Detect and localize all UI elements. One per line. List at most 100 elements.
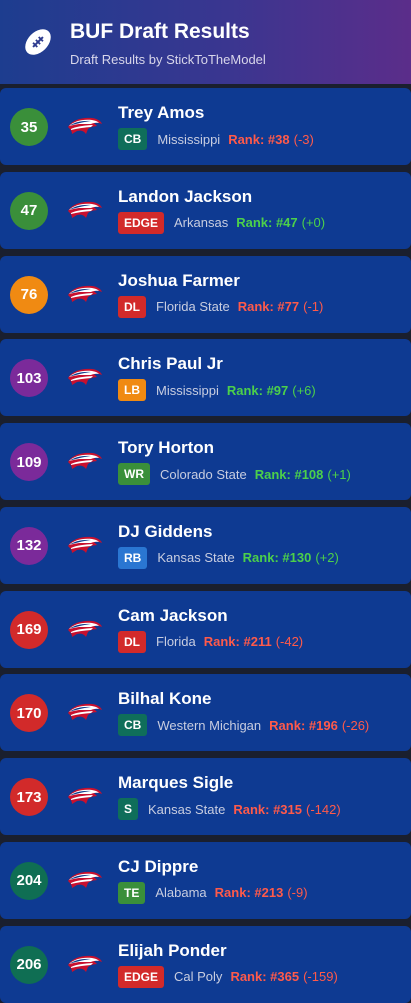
draft-pick-card[interactable]: 206 Elijah Ponder EDGE Cal Poly Rank: #3… — [0, 925, 411, 1003]
draft-pick-card[interactable]: 170 Bilhal Kone CB Western Michigan Rank… — [0, 674, 411, 752]
rank-label: Rank: #196 — [269, 717, 338, 733]
draft-pick-card[interactable]: 76 Joshua Farmer DL Florida State Rank: … — [0, 255, 411, 333]
bills-logo-icon — [68, 369, 102, 386]
player-meta: RB Kansas State Rank: #130 (+2) — [118, 546, 339, 569]
bills-logo-icon — [68, 285, 102, 302]
player-meta: DL Florida Rank: #211 (-42) — [118, 630, 304, 653]
pick-number-badge: 170 — [10, 694, 48, 733]
school-label: Alabama — [155, 885, 207, 901]
pick-number-badge: 132 — [10, 526, 48, 565]
player-name: Elijah Ponder — [118, 940, 227, 960]
draft-pick-card[interactable]: 47 Landon Jackson EDGE Arkansas Rank: #4… — [0, 171, 411, 249]
page-subtitle: Draft Results by StickToTheModel — [70, 52, 266, 67]
school-label: Kansas State — [148, 801, 226, 817]
player-name: Tory Horton — [118, 438, 215, 457]
school-label: Colorado State — [160, 466, 247, 482]
rank-delta: (-1) — [303, 299, 324, 314]
pick-number-badge: 47 — [10, 191, 48, 230]
player-meta: CB Western Michigan Rank: #196 (-26) — [118, 714, 370, 737]
position-badge: TE — [118, 881, 146, 904]
position-badge: DL — [118, 295, 146, 318]
player-name: Cam Jackson — [118, 605, 228, 625]
position-badge: WR — [118, 463, 150, 485]
rank-delta: (+0) — [301, 215, 326, 231]
school-label: Florida — [156, 634, 196, 649]
player-name: Trey Amos — [118, 103, 205, 122]
school-label: Cal Poly — [174, 969, 223, 984]
draft-pick-card[interactable]: 103 Chris Paul Jr LB Mississippi Rank: #… — [0, 339, 411, 417]
position-badge: EDGE — [118, 965, 165, 988]
player-meta: S Kansas State Rank: #315 (-142) — [118, 798, 341, 820]
school-label: Florida State — [156, 299, 230, 314]
position-badge: RB — [118, 546, 148, 569]
school-label: Mississippi — [157, 131, 221, 147]
rank-label: Rank: #47 — [236, 215, 298, 231]
bills-logo-icon — [68, 871, 102, 888]
rank-delta: (-9) — [287, 885, 308, 901]
player-name: Chris Paul Jr — [118, 354, 223, 374]
rank-label: Rank: #315 — [233, 801, 302, 817]
player-meta: EDGE Cal Poly Rank: #365 (-159) — [118, 965, 338, 988]
page-title: BUF Draft Results — [70, 20, 250, 43]
pick-number-badge: 35 — [10, 108, 48, 146]
rank-label: Rank: #38 — [228, 131, 290, 147]
rank-delta: (+1) — [327, 466, 351, 482]
rank-delta: (-42) — [275, 634, 304, 649]
player-name: Marques Sigle — [118, 773, 234, 792]
bills-logo-icon — [68, 452, 102, 469]
position-badge: S — [118, 798, 139, 820]
draft-pick-card[interactable]: 169 Cam Jackson DL Florida Rank: #211 (-… — [0, 590, 411, 668]
bills-logo-icon — [68, 955, 102, 972]
draft-pick-card[interactable]: 109 Tory Horton WR Colorado State Rank: … — [0, 423, 411, 500]
rank-delta: (-159) — [303, 969, 338, 984]
position-badge: EDGE — [118, 211, 165, 234]
bills-logo-icon — [68, 536, 102, 553]
rank-label: Rank: #130 — [242, 550, 312, 566]
bills-logo-icon — [68, 201, 102, 218]
position-badge: DL — [118, 630, 146, 653]
pick-number-badge: 76 — [10, 275, 48, 314]
rank-delta: (+2) — [315, 550, 339, 566]
draft-pick-card[interactable]: 132 DJ Giddens RB Kansas State Rank: #13… — [0, 506, 411, 584]
school-label: Mississippi — [156, 382, 219, 398]
bills-logo-icon — [68, 787, 102, 804]
rank-label: Rank: #97 — [226, 382, 289, 398]
pick-number-badge: 109 — [10, 443, 48, 481]
school-label: Arkansas — [174, 215, 229, 231]
player-name: Joshua Farmer — [118, 270, 240, 290]
rank-delta: (+6) — [292, 382, 316, 398]
rank-label: Rank: #365 — [230, 969, 300, 984]
player-meta: WR Colorado State Rank: #108 (+1) — [118, 463, 351, 485]
pick-number-badge: 204 — [10, 861, 48, 900]
position-badge: CB — [118, 714, 148, 737]
school-label: Western Michigan — [157, 717, 262, 733]
player-name: CJ Dippre — [118, 856, 199, 876]
bills-logo-icon — [68, 117, 102, 134]
draft-pick-card[interactable]: 204 CJ Dippre TE Alabama Rank: #213 (-9) — [0, 841, 411, 919]
rank-label: Rank: #77 — [237, 299, 300, 314]
pick-number-badge: 169 — [10, 610, 48, 649]
bills-logo-icon — [68, 704, 102, 721]
player-meta: CB Mississippi Rank: #38 (-3) — [118, 128, 314, 150]
rank-delta: (-26) — [341, 717, 370, 733]
football-icon — [25, 29, 51, 55]
draft-pick-card[interactable]: 35 Trey Amos CB Mississippi Rank: #38 (-… — [0, 88, 411, 165]
app-header: BUF Draft Results Draft Results by Stick… — [0, 0, 411, 84]
rank-label: Rank: #213 — [214, 885, 284, 901]
rank-delta: (-3) — [293, 131, 314, 147]
bills-logo-icon — [68, 620, 102, 637]
player-meta: LB Mississippi Rank: #97 (+6) — [118, 379, 316, 402]
draft-pick-card[interactable]: 173 Marques Sigle S Kansas State Rank: #… — [0, 758, 411, 835]
player-meta: EDGE Arkansas Rank: #47 (+0) — [118, 211, 326, 234]
pick-number-badge: 206 — [10, 945, 48, 984]
position-badge: LB — [118, 379, 146, 402]
position-badge: CB — [118, 128, 148, 150]
player-name: Bilhal Kone — [118, 689, 212, 709]
rank-label: Rank: #211 — [203, 634, 272, 649]
player-name: DJ Giddens — [118, 521, 213, 541]
rank-delta: (-142) — [306, 801, 341, 817]
school-label: Kansas State — [157, 550, 235, 566]
player-name: Landon Jackson — [118, 186, 253, 206]
rank-label: Rank: #108 — [254, 466, 324, 482]
pick-number-badge: 103 — [10, 359, 48, 398]
